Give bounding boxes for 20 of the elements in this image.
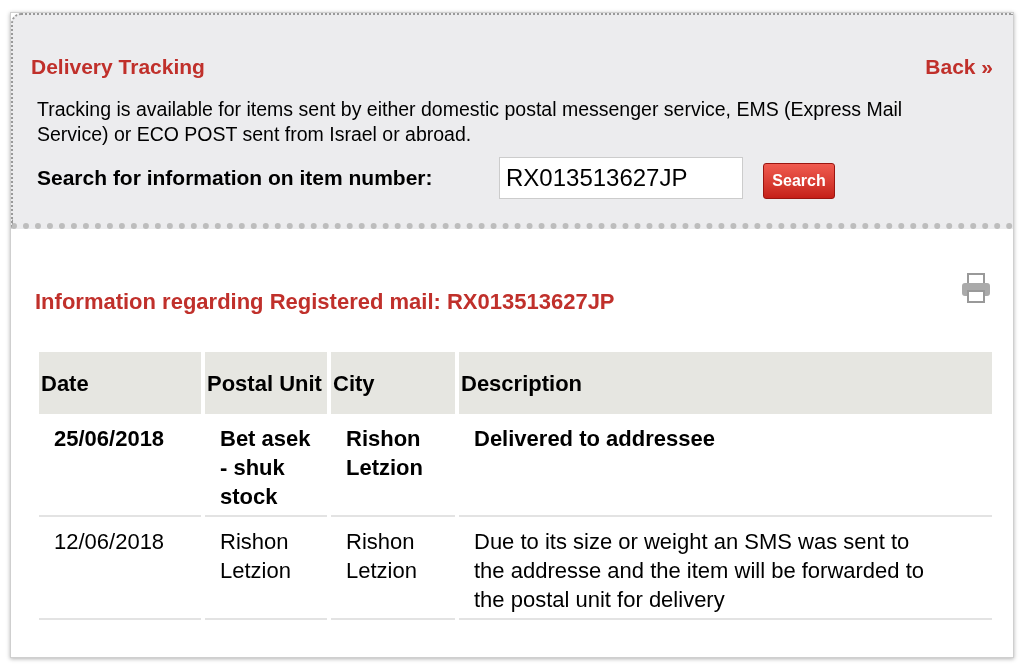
table-cell: Due to its size or weight an SMS was sent to the addresse and the item will be forwarded to the postal unit for delivery bbox=[459, 517, 992, 620]
search-label: Search for information on item number: bbox=[37, 164, 434, 191]
page-title: Delivery Tracking bbox=[31, 54, 205, 80]
back-link[interactable]: Back » bbox=[925, 51, 993, 83]
table-cell: Rishon Letzion bbox=[331, 517, 455, 620]
column-header: Date bbox=[39, 352, 201, 414]
item-number-field[interactable]: RX013513627JP bbox=[499, 156, 743, 199]
table-cell: Delivered to addressee bbox=[459, 414, 992, 517]
table-cell: 25/06/2018 bbox=[39, 414, 201, 517]
search-button[interactable]: Search bbox=[763, 162, 835, 199]
table-cell: Bet asek - shuk stock bbox=[205, 414, 327, 517]
table-cell: Rishon Letzion bbox=[205, 517, 327, 620]
column-header: City bbox=[331, 352, 455, 414]
intro-text: Tracking is available for items sent by either domestic postal messenger service, EMS (Express Mail Service) or ECO POST sent from Israel or abroad. bbox=[37, 96, 904, 147]
printer-icon[interactable] bbox=[959, 271, 993, 305]
table-cell: Rishon Letzion bbox=[331, 414, 455, 517]
result-title: Information regarding Registered mail: RX013513627JP bbox=[35, 288, 615, 316]
column-header: Postal Unit bbox=[205, 352, 327, 414]
table-cell: 12/06/2018 bbox=[39, 517, 201, 620]
column-header: Description bbox=[459, 352, 992, 414]
